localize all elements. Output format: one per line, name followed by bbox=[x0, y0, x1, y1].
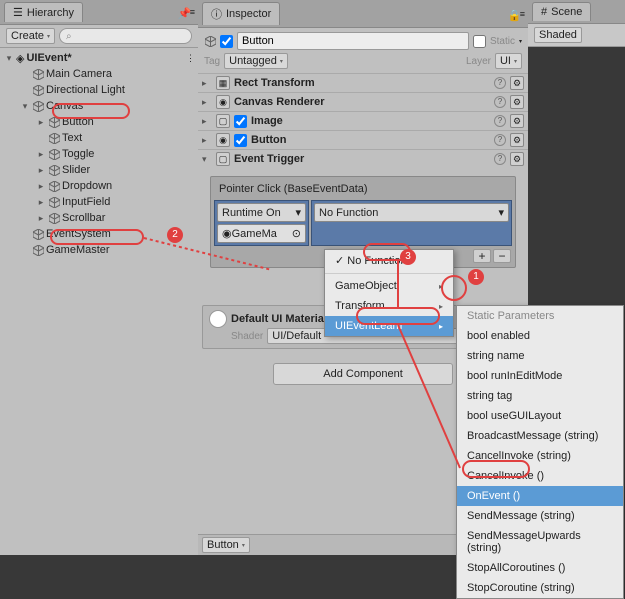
tree-item[interactable]: ▸InputField bbox=[0, 194, 198, 210]
tree-item[interactable]: ▸Dropdown bbox=[0, 178, 198, 194]
annotation-circle bbox=[356, 307, 440, 325]
gear-icon[interactable]: ⚙ bbox=[510, 114, 524, 128]
static-label: Static bbox=[490, 36, 515, 47]
gear-icon[interactable]: ⚙ bbox=[510, 95, 524, 109]
tree-item[interactable]: ▸Slider bbox=[0, 162, 198, 178]
menu-item-onevent[interactable]: OnEvent () bbox=[457, 486, 623, 506]
tab-scene[interactable]: # Scene bbox=[532, 2, 591, 21]
annotation-circle bbox=[52, 103, 130, 119]
help-icon[interactable]: ? bbox=[494, 153, 506, 165]
help-icon[interactable]: ? bbox=[494, 96, 506, 108]
component-image[interactable]: ▸▢Image?⚙ bbox=[198, 112, 528, 130]
menu-item[interactable]: bool enabled bbox=[457, 326, 623, 346]
help-icon[interactable]: ? bbox=[494, 134, 506, 146]
scene-row[interactable]: ▾◈ UIEvent*⋮ bbox=[0, 50, 198, 66]
enable-checkbox[interactable] bbox=[234, 115, 247, 128]
help-icon[interactable]: ? bbox=[494, 115, 506, 127]
menu-item[interactable]: BroadcastMessage (string) bbox=[457, 426, 623, 446]
menu-item[interactable]: GameObject▸ bbox=[325, 276, 453, 296]
search-input[interactable]: ⌕ bbox=[59, 28, 192, 44]
menu-item[interactable]: string name bbox=[457, 346, 623, 366]
annotation-circle bbox=[441, 275, 467, 301]
annotation-badge-2: 2 bbox=[167, 227, 183, 243]
submenu-header: Static Parameters bbox=[457, 306, 623, 326]
tag-label: Tag bbox=[204, 56, 220, 67]
tag-dropdown[interactable]: Untagged▾ bbox=[224, 53, 288, 69]
component-button[interactable]: ▸◉Button?⚙ bbox=[198, 131, 528, 149]
shader-label: Shader bbox=[231, 331, 263, 342]
menu-item[interactable]: bool useGUILayout bbox=[457, 406, 623, 426]
script-icon: ▢ bbox=[216, 152, 230, 166]
event-section-title: Pointer Click (BaseEventData) bbox=[213, 179, 513, 199]
object-name-input[interactable] bbox=[237, 32, 469, 50]
static-checkbox[interactable] bbox=[473, 35, 486, 48]
add-component-button[interactable]: Add Component bbox=[273, 363, 453, 385]
tree-item[interactable]: ▸Scrollbar bbox=[0, 210, 198, 226]
component-rect-transform[interactable]: ▸▦Rect Transform?⚙ bbox=[198, 74, 528, 92]
annotation-badge-1: 1 bbox=[468, 269, 484, 285]
tree-item[interactable]: Directional Light bbox=[0, 82, 198, 98]
lock-icon[interactable]: 🔒 bbox=[508, 9, 516, 19]
function-dropdown[interactable]: No Function▾ bbox=[314, 203, 509, 222]
tree-item[interactable]: Text bbox=[0, 130, 198, 146]
panel-menu-icon[interactable]: ≡ bbox=[520, 9, 524, 19]
annotation-circle bbox=[462, 460, 530, 478]
footer-button[interactable]: Button▾ bbox=[202, 537, 250, 553]
tab-inspector[interactable]: ⓘ Inspector bbox=[202, 2, 280, 25]
active-checkbox[interactable] bbox=[220, 35, 233, 48]
remove-event-button[interactable]: − bbox=[493, 249, 511, 263]
menu-item[interactable]: string tag bbox=[457, 386, 623, 406]
layer-label: Layer bbox=[466, 56, 491, 67]
menu-item[interactable]: StopCoroutine (string) bbox=[457, 578, 623, 598]
shading-mode-dropdown[interactable]: Shaded bbox=[534, 27, 582, 43]
tree-item[interactable]: Main Camera bbox=[0, 66, 198, 82]
material-name: Default UI Material bbox=[231, 313, 327, 325]
menu-item[interactable]: SendMessageUpwards (string) bbox=[457, 526, 623, 558]
component-canvas-renderer[interactable]: ▸◉Canvas Renderer?⚙ bbox=[198, 93, 528, 111]
image-icon: ▢ bbox=[216, 114, 230, 128]
add-event-button[interactable]: + bbox=[473, 249, 491, 263]
canvas-icon: ◉ bbox=[216, 95, 230, 109]
target-object-field[interactable]: ◉GameMa⊙ bbox=[217, 224, 306, 243]
menu-item[interactable]: SendMessage (string) bbox=[457, 506, 623, 526]
enable-checkbox[interactable] bbox=[234, 134, 247, 147]
material-preview-icon bbox=[209, 310, 227, 328]
tree-item[interactable]: ▸Toggle bbox=[0, 146, 198, 162]
tab-hierarchy[interactable]: ☰ Hierarchy bbox=[4, 2, 83, 22]
button-icon: ◉ bbox=[216, 133, 230, 147]
annotation-badge-3: 3 bbox=[400, 249, 416, 265]
lock-icon[interactable]: 📌 bbox=[178, 7, 186, 17]
annotation-circle bbox=[50, 229, 144, 245]
gear-icon[interactable]: ⚙ bbox=[510, 76, 524, 90]
help-icon[interactable]: ? bbox=[494, 77, 506, 89]
rect-icon: ▦ bbox=[216, 76, 230, 90]
panel-menu-icon[interactable]: ≡ bbox=[190, 7, 194, 17]
layer-dropdown[interactable]: UI▾ bbox=[495, 53, 522, 69]
component-event-trigger[interactable]: ▾▢Event Trigger?⚙ bbox=[198, 150, 528, 168]
menu-item[interactable]: StopAllCoroutines () bbox=[457, 558, 623, 578]
gear-icon[interactable]: ⚙ bbox=[510, 133, 524, 147]
gameobject-icon bbox=[204, 35, 216, 47]
menu-item[interactable]: bool runInEditMode bbox=[457, 366, 623, 386]
runtime-dropdown[interactable]: Runtime On▾ bbox=[217, 203, 306, 222]
create-dropdown[interactable]: Create ▾ bbox=[6, 28, 55, 44]
gear-icon[interactable]: ⚙ bbox=[510, 152, 524, 166]
